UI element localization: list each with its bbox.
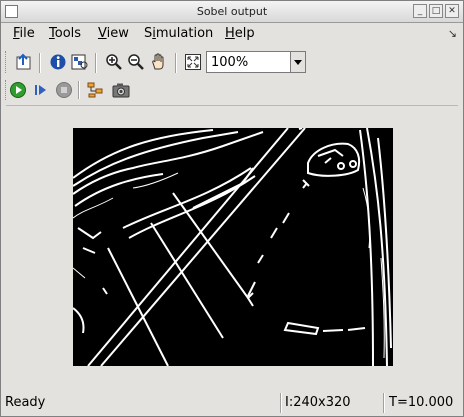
toolbar-separator [175, 53, 177, 73]
toolbar-grip[interactable] [5, 51, 8, 73]
menu-simulation[interactable]: Simulation [144, 26, 213, 41]
status-separator [280, 393, 282, 413]
status-text: Ready [5, 395, 46, 410]
simulation-time: T=10.000 [389, 395, 454, 410]
menu-help[interactable]: Help [225, 26, 255, 41]
viewer-window: Sobel output _ □ ✕ File Tools View Simul… [0, 0, 464, 417]
toolbar-separator [95, 53, 97, 73]
zoom-in-icon[interactable] [103, 51, 125, 73]
simulation-toolbar [1, 78, 463, 104]
info-icon[interactable] [47, 51, 69, 73]
menu-overflow-icon[interactable]: ↘ [448, 27, 457, 40]
step-forward-icon[interactable] [30, 79, 52, 101]
toolbar-separator [78, 81, 80, 99]
zoom-select[interactable]: 100% [206, 51, 306, 73]
close-button[interactable]: ✕ [445, 4, 459, 18]
print-to-figure-icon[interactable] [13, 51, 35, 73]
highlight-model-icon[interactable] [85, 79, 107, 101]
status-bar: Ready I:240x320 T=10.000 [1, 391, 463, 416]
toolbar-separator [39, 53, 41, 73]
fit-to-window-icon[interactable] [182, 51, 204, 73]
zoom-value: 100% [211, 55, 249, 70]
chevron-down-icon[interactable] [290, 52, 305, 72]
menu-file[interactable]: File [13, 26, 35, 41]
stop-icon[interactable] [53, 79, 75, 101]
sobel-edge-image [73, 128, 393, 366]
status-separator [383, 393, 385, 413]
menu-bar: File Tools View Simulation Help ↘ [1, 23, 463, 45]
window-title: Sobel output [196, 5, 268, 18]
minimize-button[interactable]: _ [413, 4, 427, 18]
title-bar[interactable]: Sobel output _ □ ✕ [1, 1, 463, 23]
zoom-out-icon[interactable] [125, 51, 147, 73]
maximize-button[interactable]: □ [429, 4, 443, 18]
play-icon[interactable] [7, 79, 29, 101]
menu-tools[interactable]: Tools [49, 26, 81, 41]
snapshot-icon[interactable] [110, 79, 132, 101]
pixel-region-icon[interactable] [69, 51, 91, 73]
menu-view[interactable]: View [98, 26, 129, 41]
image-dimensions: I:240x320 [285, 395, 351, 410]
pan-hand-icon[interactable] [148, 51, 170, 73]
